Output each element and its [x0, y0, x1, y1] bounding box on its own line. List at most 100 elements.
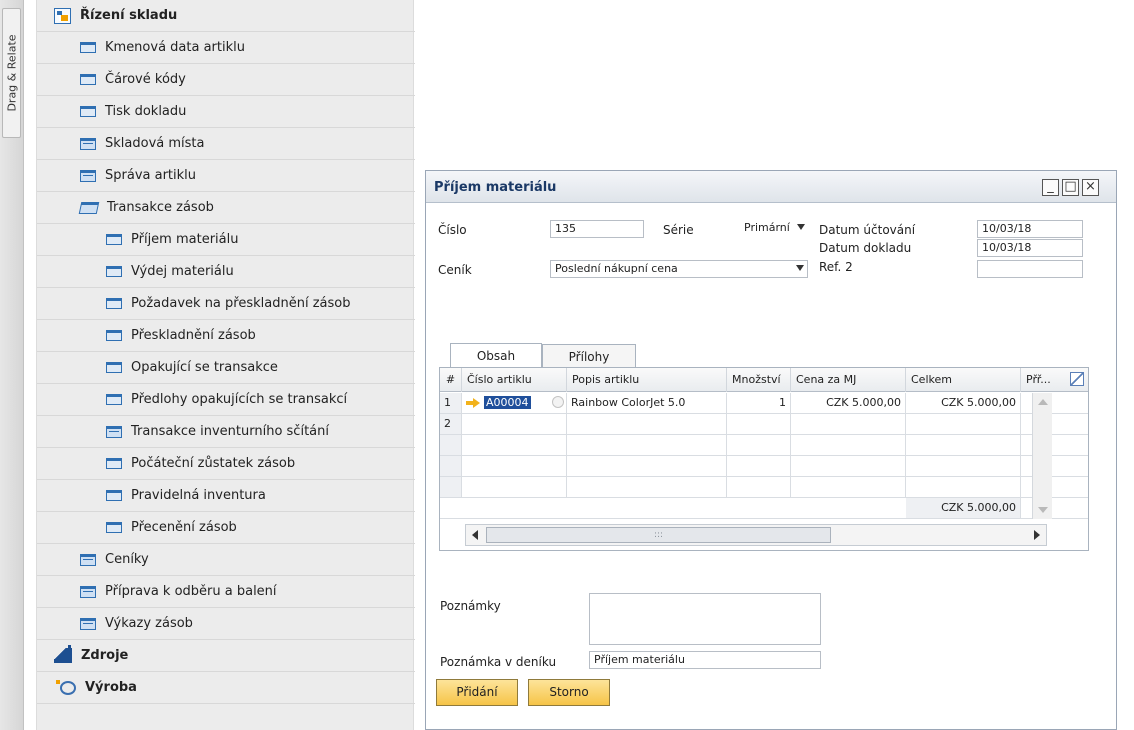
row-number: 1: [440, 393, 462, 413]
nav-item-label: Příjem materiálu: [131, 232, 239, 247]
empty-cell: [567, 435, 727, 455]
nav-item-label: Předlohy opakujících se transakcí: [131, 392, 348, 407]
dialog-title: Příjem materiálu: [434, 180, 557, 195]
nav-folder-item-management[interactable]: Správa artiklu: [37, 160, 415, 192]
nav-module-inventory[interactable]: Řízení skladu: [37, 0, 415, 32]
expand-icon[interactable]: [1070, 372, 1084, 386]
folder-icon: [80, 585, 96, 598]
nav-item-label: Skladová místa: [105, 136, 205, 151]
row-number: [440, 456, 462, 476]
horizontal-scrollbar[interactable]: :::: [465, 524, 1047, 546]
nav-item-recurring-templates[interactable]: Předlohy opakujících se transakcí: [37, 384, 415, 416]
nav-item-label: Transakce inventurního sčítání: [131, 424, 329, 439]
notes-label: Poznámky: [440, 599, 501, 613]
unit-price-cell[interactable]: [791, 414, 906, 434]
column-header-unit-price[interactable]: Cena za MJ: [791, 368, 906, 392]
nav-item-transfer-request[interactable]: Požadavek na přeskladnění zásob: [37, 288, 415, 320]
maximize-button[interactable]: □: [1062, 179, 1079, 196]
factory-icon: [54, 645, 72, 663]
scrollbar-thumb[interactable]: :::: [486, 527, 831, 543]
nav-item-recurring-transactions[interactable]: Opakující se transakce: [37, 352, 415, 384]
choose-from-list-icon[interactable]: [552, 396, 564, 408]
total-cell[interactable]: CZK 5.000,00: [906, 393, 1021, 413]
column-header-description[interactable]: Popis artiklu: [567, 368, 727, 392]
minimize-button[interactable]: _: [1042, 179, 1059, 196]
scroll-up-icon[interactable]: [1038, 399, 1048, 405]
price-list-select[interactable]: Poslední nákupní cena: [550, 260, 808, 278]
scroll-down-icon[interactable]: [1038, 507, 1048, 513]
close-button[interactable]: ×: [1082, 179, 1099, 196]
nav-module-production[interactable]: Výroba: [37, 672, 415, 704]
total-cell[interactable]: [906, 414, 1021, 434]
column-header-quantity[interactable]: Množství: [727, 368, 791, 392]
tab-attachments[interactable]: Přílohy: [542, 344, 636, 368]
nav-item-opening-balance[interactable]: Počáteční zůstatek zásob: [37, 448, 415, 480]
nav-item-item-master-data[interactable]: Kmenová data artiklu: [37, 32, 415, 64]
items-grid: # Číslo artiklu Popis artiklu Množství C…: [439, 367, 1089, 551]
folder-icon: [106, 425, 122, 438]
empty-cell: [906, 456, 1021, 476]
table-row[interactable]: 2: [440, 414, 1088, 435]
nav-item-goods-issue[interactable]: Výdej materiálu: [37, 256, 415, 288]
column-header-total[interactable]: Celkem: [906, 368, 1021, 392]
empty-cell: [567, 456, 727, 476]
empty-cell: [462, 435, 567, 455]
item-code-cell[interactable]: [462, 414, 567, 434]
column-header-item-code[interactable]: Číslo artiklu: [462, 368, 567, 392]
item-code-cell[interactable]: A00004: [462, 393, 567, 413]
nav-item-inventory-transfer[interactable]: Přeskladnění zásob: [37, 320, 415, 352]
row-number: 2: [440, 414, 462, 434]
nav-item-label: Výkazy zásob: [105, 616, 193, 631]
grid-header: # Číslo artiklu Popis artiklu Množství C…: [440, 368, 1088, 392]
nav-item-label: Počáteční zůstatek zásob: [131, 456, 296, 471]
nav-item-revaluation[interactable]: Přecenění zásob: [37, 512, 415, 544]
goods-receipt-dialog: Příjem materiálu _ □ × Číslo 135 Série P…: [425, 170, 1117, 730]
table-row[interactable]: 1 A00004 Rainbow ColorJet 5.0 1 CZK 5.00…: [440, 393, 1088, 414]
nav-folder-inventory-counting[interactable]: Transakce inventurního sčítání: [37, 416, 415, 448]
column-header-more[interactable]: Přř...: [1021, 368, 1088, 392]
nav-module-resources[interactable]: Zdroje: [37, 640, 415, 672]
quantity-cell[interactable]: [727, 414, 791, 434]
nav-item-document-printing[interactable]: Tisk dokladu: [37, 96, 415, 128]
quantity-cell[interactable]: 1: [727, 393, 791, 413]
cancel-button[interactable]: Storno: [528, 679, 610, 706]
drag-relate-tab[interactable]: Drag & Relate: [2, 8, 21, 138]
posting-date-field[interactable]: 10/03/18: [977, 220, 1083, 238]
price-list-label: Ceník: [438, 263, 472, 277]
nav-folder-inventory-reports[interactable]: Výkazy zásob: [37, 608, 415, 640]
ref2-label: Ref. 2: [819, 260, 853, 274]
notes-field[interactable]: [589, 593, 821, 645]
nav-folder-pick-and-pack[interactable]: Příprava k odběru a balení: [37, 576, 415, 608]
series-select[interactable]: Primární: [740, 220, 808, 238]
vertical-scrollbar[interactable]: [1032, 393, 1052, 519]
nav-item-cycle-count[interactable]: Pravidelná inventura: [37, 480, 415, 512]
description-cell[interactable]: Rainbow ColorJet 5.0: [567, 393, 727, 413]
nav-item-label: Transakce zásob: [107, 200, 214, 215]
journal-note-field[interactable]: Příjem materiálu: [589, 651, 821, 669]
nav-item-label: Výroba: [85, 680, 137, 695]
dialog-titlebar[interactable]: Příjem materiálu _ □ ×: [426, 171, 1116, 203]
description-cell[interactable]: [567, 414, 727, 434]
link-arrow-icon[interactable]: [466, 398, 480, 408]
tab-contents[interactable]: Obsah: [450, 343, 542, 368]
document-date-field[interactable]: 10/03/18: [977, 239, 1083, 257]
journal-note-label: Poznámka v deníku: [440, 655, 557, 669]
column-header-more-label: Přř...: [1026, 373, 1051, 386]
number-field[interactable]: 135: [550, 220, 644, 238]
nav-folder-bin-locations[interactable]: Skladová místa: [37, 128, 415, 160]
column-header-number[interactable]: #: [440, 368, 462, 392]
form-icon: [106, 234, 122, 245]
production-icon: [56, 679, 76, 695]
ref2-field[interactable]: [977, 260, 1083, 278]
nav-folder-price-lists[interactable]: Ceníky: [37, 544, 415, 576]
empty-cell: [462, 456, 567, 476]
nav-folder-inventory-transactions[interactable]: Transakce zásob: [37, 192, 415, 224]
unit-price-cell[interactable]: CZK 5.000,00: [791, 393, 906, 413]
scroll-left-icon[interactable]: [472, 530, 478, 540]
scroll-right-icon[interactable]: [1034, 530, 1040, 540]
folder-open-icon: [78, 201, 100, 214]
nav-item-label: Přeskladnění zásob: [131, 328, 256, 343]
nav-item-barcodes[interactable]: Čárové kódy: [37, 64, 415, 96]
nav-item-goods-receipt[interactable]: Příjem materiálu: [37, 224, 415, 256]
add-button[interactable]: Přidání: [436, 679, 518, 706]
